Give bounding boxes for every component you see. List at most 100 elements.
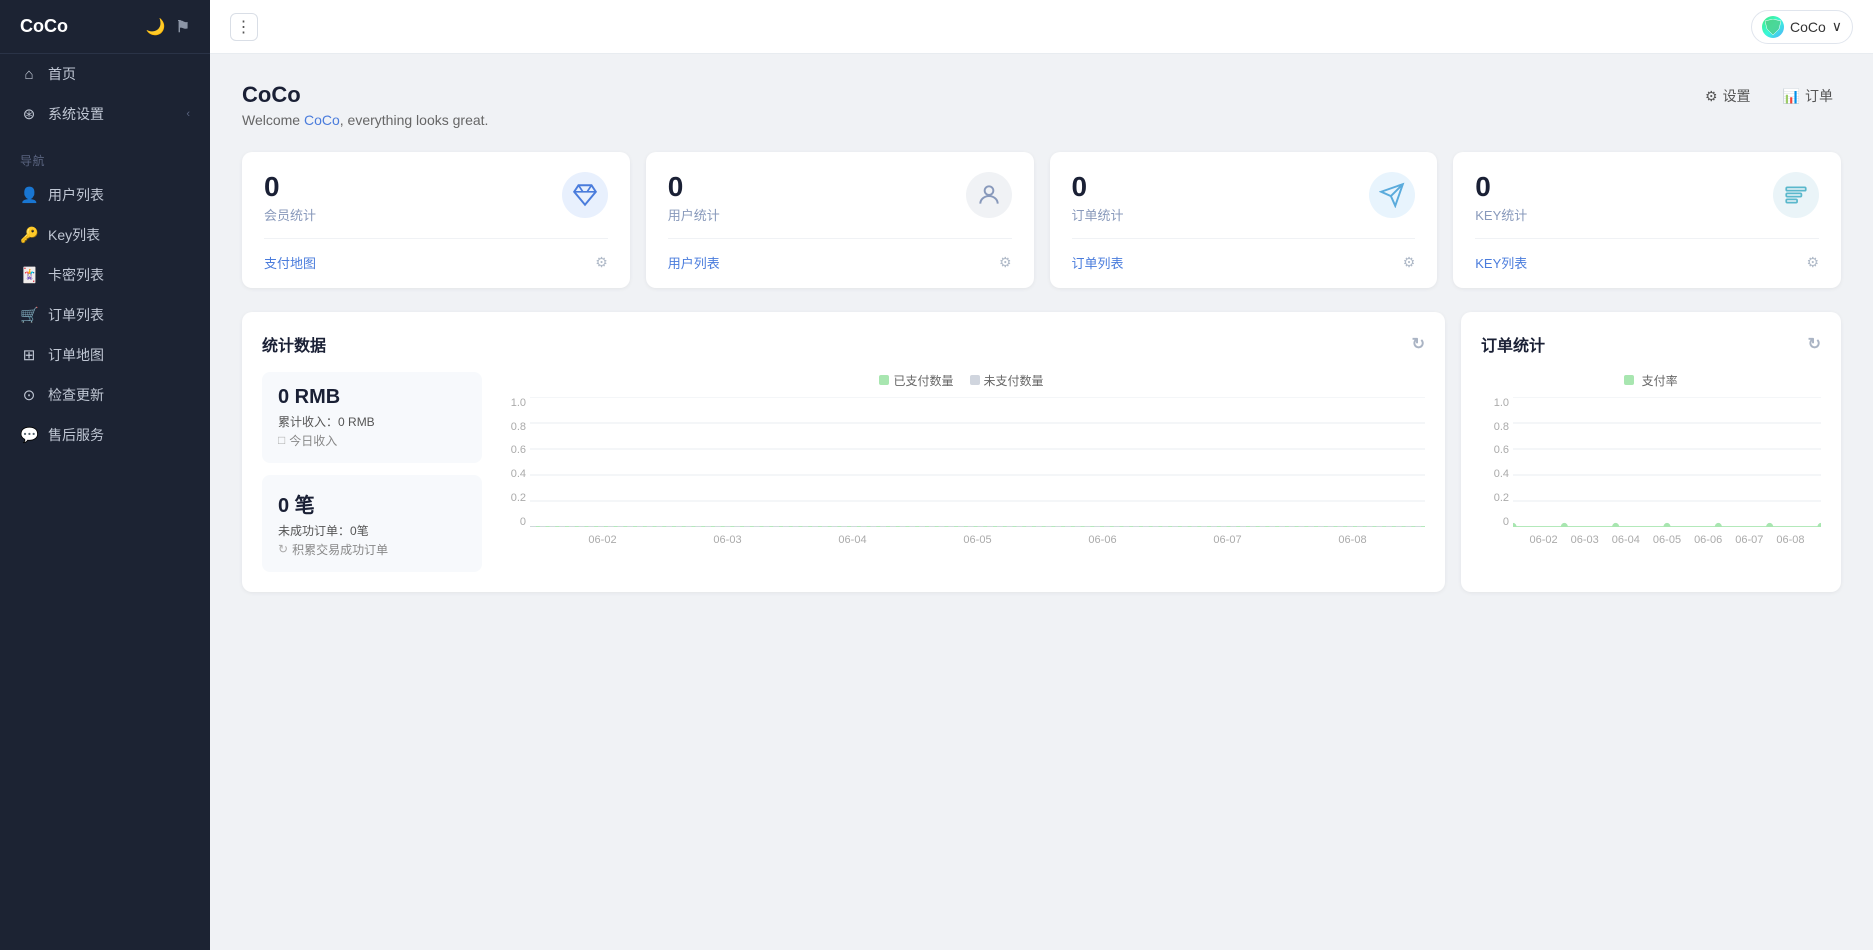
income-value: 0 RMB	[278, 386, 466, 409]
orders-sub-area: ↻ 积累交易成功订单	[278, 541, 466, 558]
stat-order-divider	[1072, 238, 1416, 239]
y-label-3: 0.6	[498, 444, 526, 456]
stat-order-link-icon: ⚙	[1403, 254, 1416, 271]
stat-key-icon-wrap	[1773, 172, 1819, 218]
order-chart-area: 支付率 1.0 0.8 0.6 0.4 0.2 0	[1481, 372, 1821, 546]
order-action-icon: 📊	[1783, 88, 1800, 105]
income-amount: 0 RMB	[338, 415, 375, 429]
stat-member-link-label: 支付地图	[264, 253, 316, 272]
stats-data-panel-title: 统计数据	[262, 332, 326, 356]
stat-member-link[interactable]: 支付地图 ⚙	[264, 253, 608, 272]
legend-paid: 已支付数量	[879, 372, 953, 389]
x-label-2: 06-03	[713, 534, 741, 546]
sidebar-order-list-label: 订单列表	[48, 305, 104, 325]
legend-paid-dot	[879, 375, 889, 385]
stat-order-link[interactable]: 订单列表 ⚙	[1072, 253, 1416, 272]
key-stats-icon	[1783, 182, 1809, 208]
order-y-label-6: 0	[1481, 516, 1509, 528]
sidebar-item-check-update[interactable]: ⊙ 检查更新	[0, 375, 210, 415]
order-y-label-5: 0.2	[1481, 492, 1509, 504]
stat-card-member-top: 0 会员统计	[264, 172, 608, 224]
orders-value: 0 笔	[278, 489, 466, 518]
order-legend-pay-rate: 支付率	[1624, 372, 1677, 389]
chart-x-labels: 06-02 06-03 06-04 06-05 06-06 06-07 06-0…	[530, 534, 1425, 546]
orders-card: 0 笔 未成功订单：0笔 ↻ 积累交易成功订单	[262, 475, 482, 572]
sidebar-logo-area: CoCo 🌙 ⚑	[0, 0, 210, 54]
stat-key-link-icon: ⚙	[1806, 254, 1819, 271]
stat-key-values: 0 KEY统计	[1475, 172, 1527, 224]
nav-section-label: 导航	[0, 134, 210, 175]
stats-data-panel-header: 统计数据 ↻	[262, 332, 1425, 356]
settings-icon: ⊛	[20, 105, 38, 123]
sidebar-item-order-map[interactable]: ⊞ 订单地图	[0, 335, 210, 375]
subtitle-before: Welcome	[242, 112, 304, 128]
settings-action-icon: ⚙	[1705, 88, 1718, 105]
stats-inner-grid: 0 RMB 累计收入：0 RMB □ 今日收入 0 笔	[262, 372, 1425, 572]
sidebar: CoCo 🌙 ⚑ ⌂ 首页 ⊛ 系统设置 ‹ 导航 👤 用户列表 🔑 Key列表…	[0, 0, 210, 950]
order-x-labels: 06-02 06-03 06-04 06-05 06-06 06-07 06-0…	[1513, 534, 1821, 546]
page-title-area: CoCo Welcome CoCo, everything looks grea…	[242, 82, 488, 128]
subtitle-highlight: CoCo	[304, 112, 340, 128]
send-icon	[1379, 182, 1405, 208]
stat-user-link[interactable]: 用户列表 ⚙	[668, 253, 1012, 272]
stat-member-label: 会员统计	[264, 205, 316, 224]
menu-dots-button[interactable]: ⋮	[230, 13, 258, 41]
income-label-area: 累计收入：0 RMB	[278, 413, 466, 430]
orders-label-area: 未成功订单：0笔	[278, 522, 466, 539]
bottom-grid: 统计数据 ↻ 0 RMB 累计收入：0 RMB □ 今日收入	[242, 312, 1841, 592]
sidebar-item-after-sales[interactable]: 💬 售后服务	[0, 415, 210, 455]
sidebar-home-label: 首页	[48, 64, 76, 84]
sidebar-item-key-list[interactable]: 🔑 Key列表	[0, 215, 210, 255]
settings-action-button[interactable]: ⚙ 设置	[1697, 82, 1759, 110]
x-label-3: 06-04	[838, 534, 866, 546]
stats-data-refresh-button[interactable]: ↻	[1412, 334, 1425, 354]
stat-user-values: 0 用户统计	[668, 172, 720, 224]
page-title: CoCo	[242, 82, 488, 108]
order-legend-dot	[1624, 375, 1634, 385]
sidebar-item-order-list[interactable]: 🛒 订单列表	[0, 295, 210, 335]
stat-user-link-icon: ⚙	[999, 254, 1012, 271]
sidebar-item-user-list[interactable]: 👤 用户列表	[0, 175, 210, 215]
sidebar-item-card-list[interactable]: 🃏 卡密列表	[0, 255, 210, 295]
order-stats-panel-header: 订单统计 ↻	[1481, 332, 1821, 356]
stat-order-value: 0	[1072, 172, 1124, 203]
topbar: ⋮ CoCo ∨	[210, 0, 1873, 54]
sidebar-key-list-label: Key列表	[48, 225, 100, 245]
sidebar-item-settings[interactable]: ⊛ 系统设置 ‹	[0, 94, 210, 134]
order-chart-svg	[1513, 397, 1821, 527]
order-action-button[interactable]: 📊 订单	[1775, 82, 1841, 110]
order-x-label-2: 06-03	[1571, 534, 1599, 546]
legend-unpaid-dot	[970, 375, 980, 385]
sidebar-logo-icons: 🌙 ⚑	[146, 17, 190, 37]
order-x-label-1: 06-02	[1530, 534, 1558, 546]
stats-data-panel: 统计数据 ↻ 0 RMB 累计收入：0 RMB □ 今日收入	[242, 312, 1445, 592]
x-label-7: 06-08	[1338, 534, 1366, 546]
order-x-label-4: 06-05	[1653, 534, 1681, 546]
page-subtitle: Welcome CoCo, everything looks great.	[242, 112, 488, 128]
settings-arrow: ‹	[186, 108, 190, 120]
y-label-2: 0.8	[498, 421, 526, 433]
stat-member-values: 0 会员统计	[264, 172, 316, 224]
income-card: 0 RMB 累计收入：0 RMB □ 今日收入	[262, 372, 482, 463]
today-income-label: 今日收入	[289, 432, 337, 449]
stat-order-label: 订单统计	[1072, 205, 1124, 224]
sidebar-user-list-label: 用户列表	[48, 185, 104, 205]
content-area: CoCo Welcome CoCo, everything looks grea…	[210, 54, 1873, 950]
flag-icon[interactable]: ⚑	[176, 17, 190, 37]
stat-key-link-label: KEY列表	[1475, 253, 1527, 272]
order-stats-refresh-button[interactable]: ↻	[1808, 334, 1821, 354]
order-y-label-3: 0.6	[1481, 444, 1509, 456]
main-chart-svg	[530, 397, 1425, 527]
stat-key-link[interactable]: KEY列表 ⚙	[1475, 253, 1819, 272]
chart-legend: 已支付数量 未支付数量	[498, 372, 1425, 389]
stat-user-icon-wrap	[966, 172, 1012, 218]
user-menu-button[interactable]: CoCo ∨	[1751, 10, 1853, 44]
key-list-icon: 🔑	[20, 226, 38, 244]
order-chart-with-y-axis: 1.0 0.8 0.6 0.4 0.2 0	[1481, 397, 1821, 546]
main-area: ⋮ CoCo ∨ CoCo Welcome CoCo,	[210, 0, 1873, 950]
sidebar-item-home[interactable]: ⌂ 首页	[0, 54, 210, 94]
user-list-icon: 👤	[20, 186, 38, 204]
theme-icon[interactable]: 🌙	[146, 17, 166, 37]
y-label-1: 1.0	[498, 397, 526, 409]
subtitle-after: , everything looks great.	[340, 112, 489, 128]
